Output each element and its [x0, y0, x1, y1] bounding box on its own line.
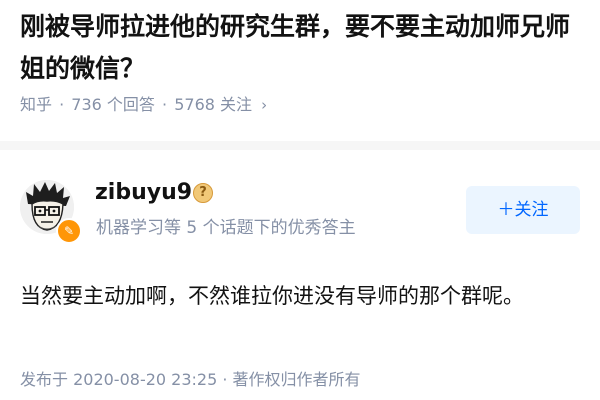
answer-content: 当然要主动加啊，不然谁拉你进没有导师的那个群呢。	[20, 284, 524, 308]
question-meta: 知乎 · 736 个回答 · 5768 关注 ›	[20, 93, 267, 117]
author-name[interactable]: zibuyu9	[95, 178, 192, 208]
section-divider	[0, 141, 600, 150]
answer-count-link[interactable]: 736 个回答	[71, 95, 155, 114]
question-mark-icon[interactable]: ?	[193, 183, 213, 203]
meta-separator: ·	[162, 95, 168, 114]
author-headline: 机器学习等 5 个话题下的优秀答主	[96, 218, 356, 238]
verified-badge-icon: ✎	[56, 218, 82, 244]
answer-page: 刚被导师拉进他的研究生群，要不要主动加师兄师姐的微信？ 知乎 · 736 个回答…	[0, 0, 600, 400]
answer-meta: 发布于 2020-08-20 23:25 · 著作权归作者所有	[20, 370, 361, 389]
chevron-right-icon[interactable]: ›	[261, 96, 267, 114]
author-avatar[interactable]: ✎	[20, 180, 82, 244]
question-title[interactable]: 刚被导师拉进他的研究生群，要不要主动加师兄师姐的微信？	[20, 6, 585, 90]
site-name: 知乎	[20, 95, 53, 114]
meta-separator: ·	[59, 95, 65, 114]
follow-button[interactable]: ＋关注	[466, 186, 580, 234]
follower-count-link[interactable]: 5768 关注	[174, 95, 252, 114]
